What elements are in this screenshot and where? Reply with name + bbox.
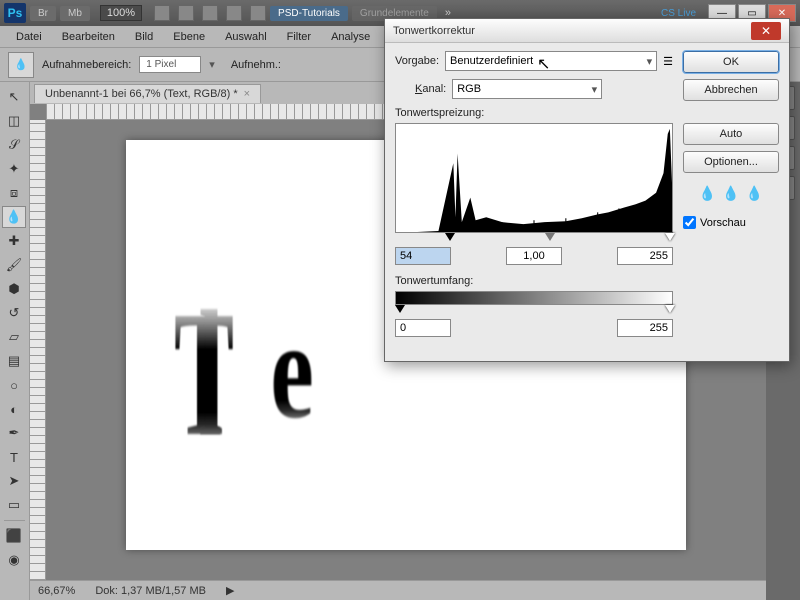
menu-ebene[interactable]: Ebene	[165, 28, 213, 46]
dialog-title: Tonwertkorrektur	[393, 25, 475, 37]
marquee-tool[interactable]: ◫	[2, 110, 26, 132]
black-eyedropper-icon[interactable]: 💧	[699, 185, 716, 202]
output-white-field[interactable]	[617, 319, 673, 337]
channel-select[interactable]: RGB	[452, 79, 602, 99]
document-tab[interactable]: Unbenannt-1 bei 66,7% (Text, RGB/8) *×	[34, 84, 261, 103]
output-levels-label: Tonwertumfang:	[395, 275, 673, 287]
wand-tool[interactable]: ✦	[2, 158, 26, 180]
gradient-tool[interactable]: ▤	[2, 350, 26, 372]
input-levels-label: Tonwertspreizung:	[395, 107, 673, 119]
eyedropper-tool[interactable]: 💧	[2, 206, 26, 228]
ruler-vertical[interactable]	[30, 120, 46, 580]
menu-filter[interactable]: Filter	[279, 28, 319, 46]
brush-tool[interactable]: 🖌	[2, 254, 26, 276]
preview-checkbox-input[interactable]	[683, 216, 696, 229]
levels-dialog: Tonwertkorrektur ✕ Vorgabe: Benutzerdefi…	[384, 18, 790, 362]
pen-tool[interactable]: ✒	[2, 422, 26, 444]
preset-select[interactable]: Benutzerdefiniert	[445, 51, 657, 71]
status-bar: 66,67% Dok: 1,37 MB/1,57 MB ▶	[30, 580, 766, 600]
preset-menu-icon[interactable]: ☰	[663, 55, 673, 68]
camera-tool[interactable]: ◉	[2, 549, 26, 571]
toolbox: ↖ ◫ 𝒮 ✦ ⧈ 💧 ✚ 🖌 ⬢ ↺ ▱ ▤ ○ ◐ ✒ T ➤ ▭ ⬛ ◉	[0, 82, 30, 600]
rotate-icon[interactable]	[202, 5, 218, 21]
artwork-glyph: e	[270, 290, 313, 451]
menu-datei[interactable]: Datei	[8, 28, 50, 46]
tool-preset-icon[interactable]: 💧	[8, 52, 34, 78]
cancel-button[interactable]: Abbrechen	[683, 79, 779, 101]
type-tool[interactable]: T	[2, 446, 26, 468]
gray-eyedropper-icon[interactable]: 💧	[722, 185, 739, 202]
path-tool[interactable]: ➤	[2, 470, 26, 492]
menu-auswahl[interactable]: Auswahl	[217, 28, 275, 46]
sample-size-label: Aufnahmebereich:	[42, 59, 131, 71]
arrange-icon[interactable]	[226, 5, 242, 21]
blur-tool[interactable]: ○	[2, 374, 26, 396]
input-black-field[interactable]	[395, 247, 451, 265]
zoom-field[interactable]: 100%	[100, 5, 142, 21]
white-eyedropper-icon[interactable]: 💧	[746, 185, 763, 202]
status-doc-size[interactable]: Dok: 1,37 MB/1,57 MB	[95, 585, 206, 597]
view-icons	[154, 5, 266, 21]
output-white-slider[interactable]	[665, 305, 675, 313]
close-tab-icon[interactable]: ×	[244, 88, 250, 100]
workspace-psd-tutorials[interactable]: PSD-Tutorials	[270, 6, 348, 21]
output-slider[interactable]	[395, 307, 673, 315]
sample-label2: Aufnehm.:	[231, 59, 281, 71]
shape-tool[interactable]: ▭	[2, 494, 26, 516]
minibridge-tab[interactable]: Mb	[60, 6, 90, 21]
output-black-field[interactable]	[395, 319, 451, 337]
photoshop-logo: Ps	[4, 3, 26, 23]
ok-button[interactable]: OK	[683, 51, 779, 73]
input-slider[interactable]	[395, 235, 673, 243]
preview-label: Vorschau	[700, 217, 746, 229]
input-white-field[interactable]	[617, 247, 673, 265]
artwork-glyph: l	[199, 270, 224, 477]
lasso-tool[interactable]: 𝒮	[2, 134, 26, 156]
stamp-tool[interactable]: ⬢	[2, 278, 26, 300]
histogram	[395, 123, 673, 233]
heal-tool[interactable]: ✚	[2, 230, 26, 252]
menu-bild[interactable]: Bild	[127, 28, 161, 46]
output-gradient	[395, 291, 673, 305]
preview-checkbox[interactable]: Vorschau	[683, 216, 779, 229]
crop-tool[interactable]: ⧈	[2, 182, 26, 204]
hand-icon[interactable]	[154, 5, 170, 21]
options-button[interactable]: Optionen...	[683, 151, 779, 173]
sample-size-select[interactable]: 1 Pixel	[139, 56, 201, 73]
status-zoom[interactable]: 66,67%	[38, 585, 75, 597]
menu-analyse[interactable]: Analyse	[323, 28, 378, 46]
zoom-icon[interactable]	[178, 5, 194, 21]
gamma-slider[interactable]	[545, 233, 555, 241]
black-point-slider[interactable]	[445, 233, 455, 241]
history-brush-tool[interactable]: ↺	[2, 302, 26, 324]
eyedropper-group: 💧 💧 💧	[683, 185, 779, 202]
dodge-tool[interactable]: ◐	[2, 398, 26, 420]
output-black-slider[interactable]	[395, 305, 405, 313]
white-point-slider[interactable]	[665, 233, 675, 241]
dialog-close-button[interactable]: ✕	[751, 22, 781, 40]
bridge-tab[interactable]: Br	[30, 6, 56, 21]
move-tool[interactable]: ↖	[2, 86, 26, 108]
status-arrow-icon[interactable]: ▶	[226, 584, 234, 597]
auto-button[interactable]: Auto	[683, 123, 779, 145]
3d-tool[interactable]: ⬛	[2, 525, 26, 547]
eraser-tool[interactable]: ▱	[2, 326, 26, 348]
preset-label: Vorgabe:	[395, 55, 439, 67]
channel-label: Kanal:	[415, 83, 446, 95]
menu-bearbeiten[interactable]: Bearbeiten	[54, 28, 123, 46]
cs-live-link[interactable]: CS Live	[661, 8, 696, 19]
dialog-titlebar[interactable]: Tonwertkorrektur ✕	[385, 19, 789, 43]
input-gamma-field[interactable]	[506, 247, 562, 265]
screenmode-icon[interactable]	[250, 5, 266, 21]
